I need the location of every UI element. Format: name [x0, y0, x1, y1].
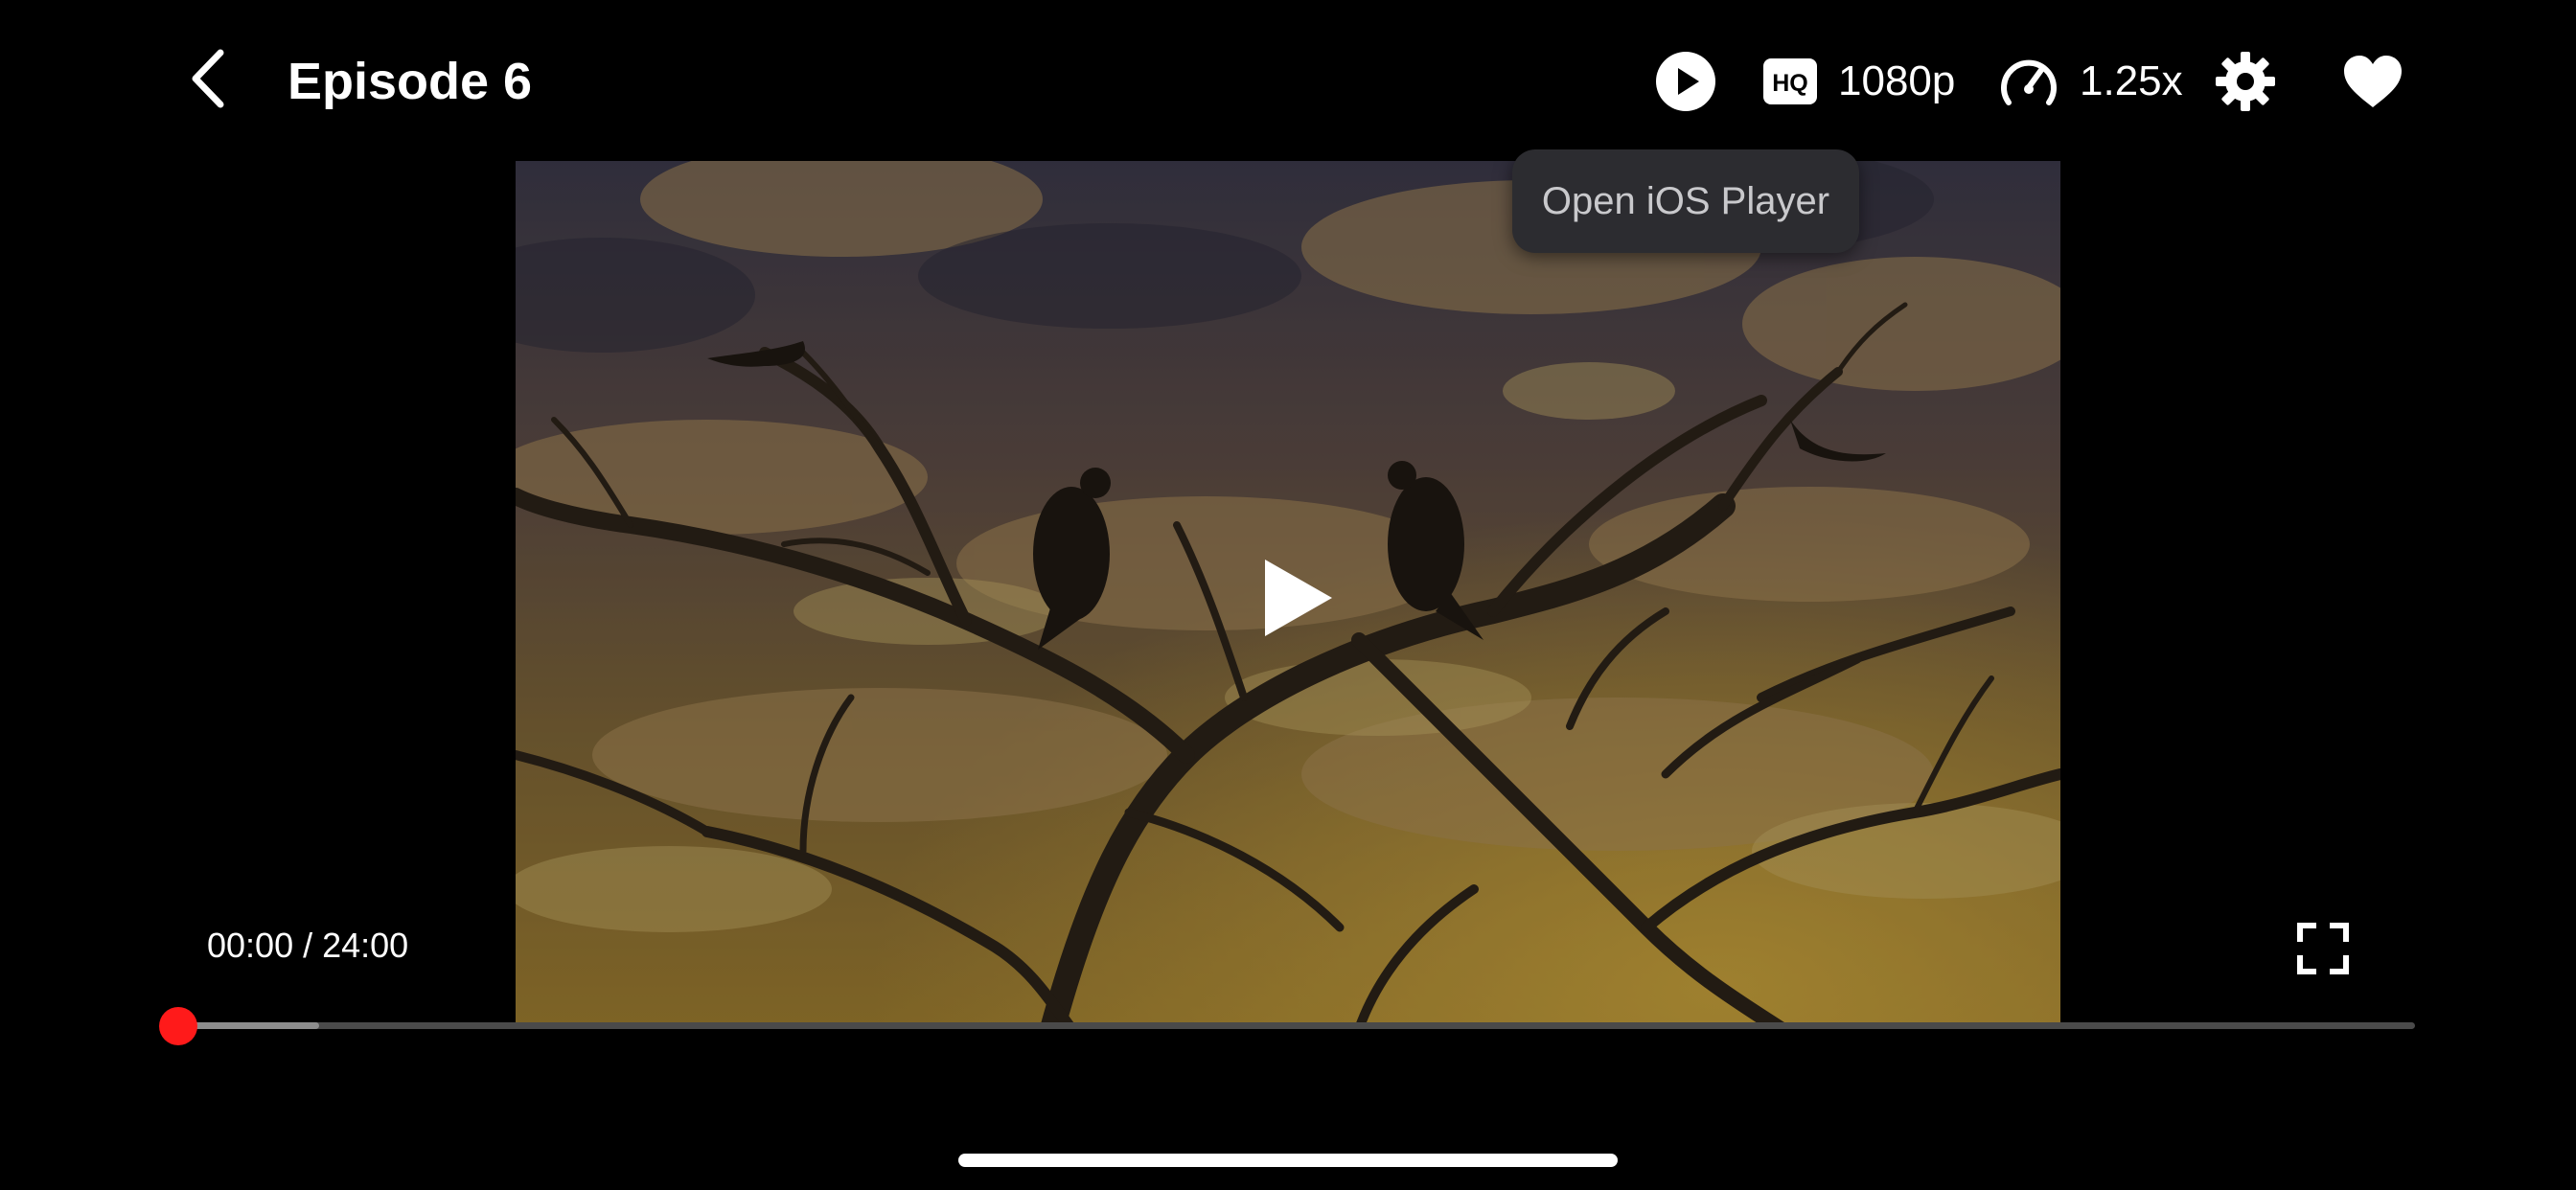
gear-icon: [2216, 52, 2275, 111]
episode-title: Episode 6: [288, 53, 533, 110]
video-player-screen: Episode 6 HQ 1080p 1.25x Open iOS Player…: [0, 0, 2576, 1190]
play-circle-icon: [1654, 50, 1717, 113]
playback-speed-button[interactable]: 1.25x: [1999, 48, 2183, 115]
play-icon: [1255, 560, 1342, 648]
heart-icon: [2342, 54, 2404, 109]
center-play-button[interactable]: [1255, 552, 1342, 644]
quality-label: 1080p: [1838, 57, 1956, 104]
speed-label: 1.25x: [2080, 57, 2183, 104]
quality-button[interactable]: HQ 1080p: [1763, 48, 1955, 115]
buffered-progress: [178, 1022, 320, 1029]
open-ios-player-button[interactable]: [1654, 48, 1717, 115]
svg-text:HQ: HQ: [1772, 70, 1808, 97]
back-button[interactable]: [178, 48, 240, 113]
fullscreen-button[interactable]: [2296, 922, 2350, 975]
favorite-button[interactable]: [2342, 48, 2407, 115]
tooltip-text: Open iOS Player: [1541, 179, 1830, 222]
speedometer-icon: [1999, 55, 2058, 108]
time-readout: 00:00 / 24:00: [207, 926, 409, 965]
open-ios-player-tooltip: Open iOS Player: [1512, 149, 1859, 253]
home-indicator[interactable]: [958, 1154, 1618, 1167]
progress-bar[interactable]: [178, 1022, 2415, 1029]
hq-badge-icon: HQ: [1763, 58, 1817, 104]
fullscreen-icon: [2296, 923, 2350, 979]
settings-button[interactable]: [2216, 48, 2279, 115]
scrubber-thumb[interactable]: [159, 1007, 197, 1045]
chevron-left-icon: [190, 49, 228, 113]
